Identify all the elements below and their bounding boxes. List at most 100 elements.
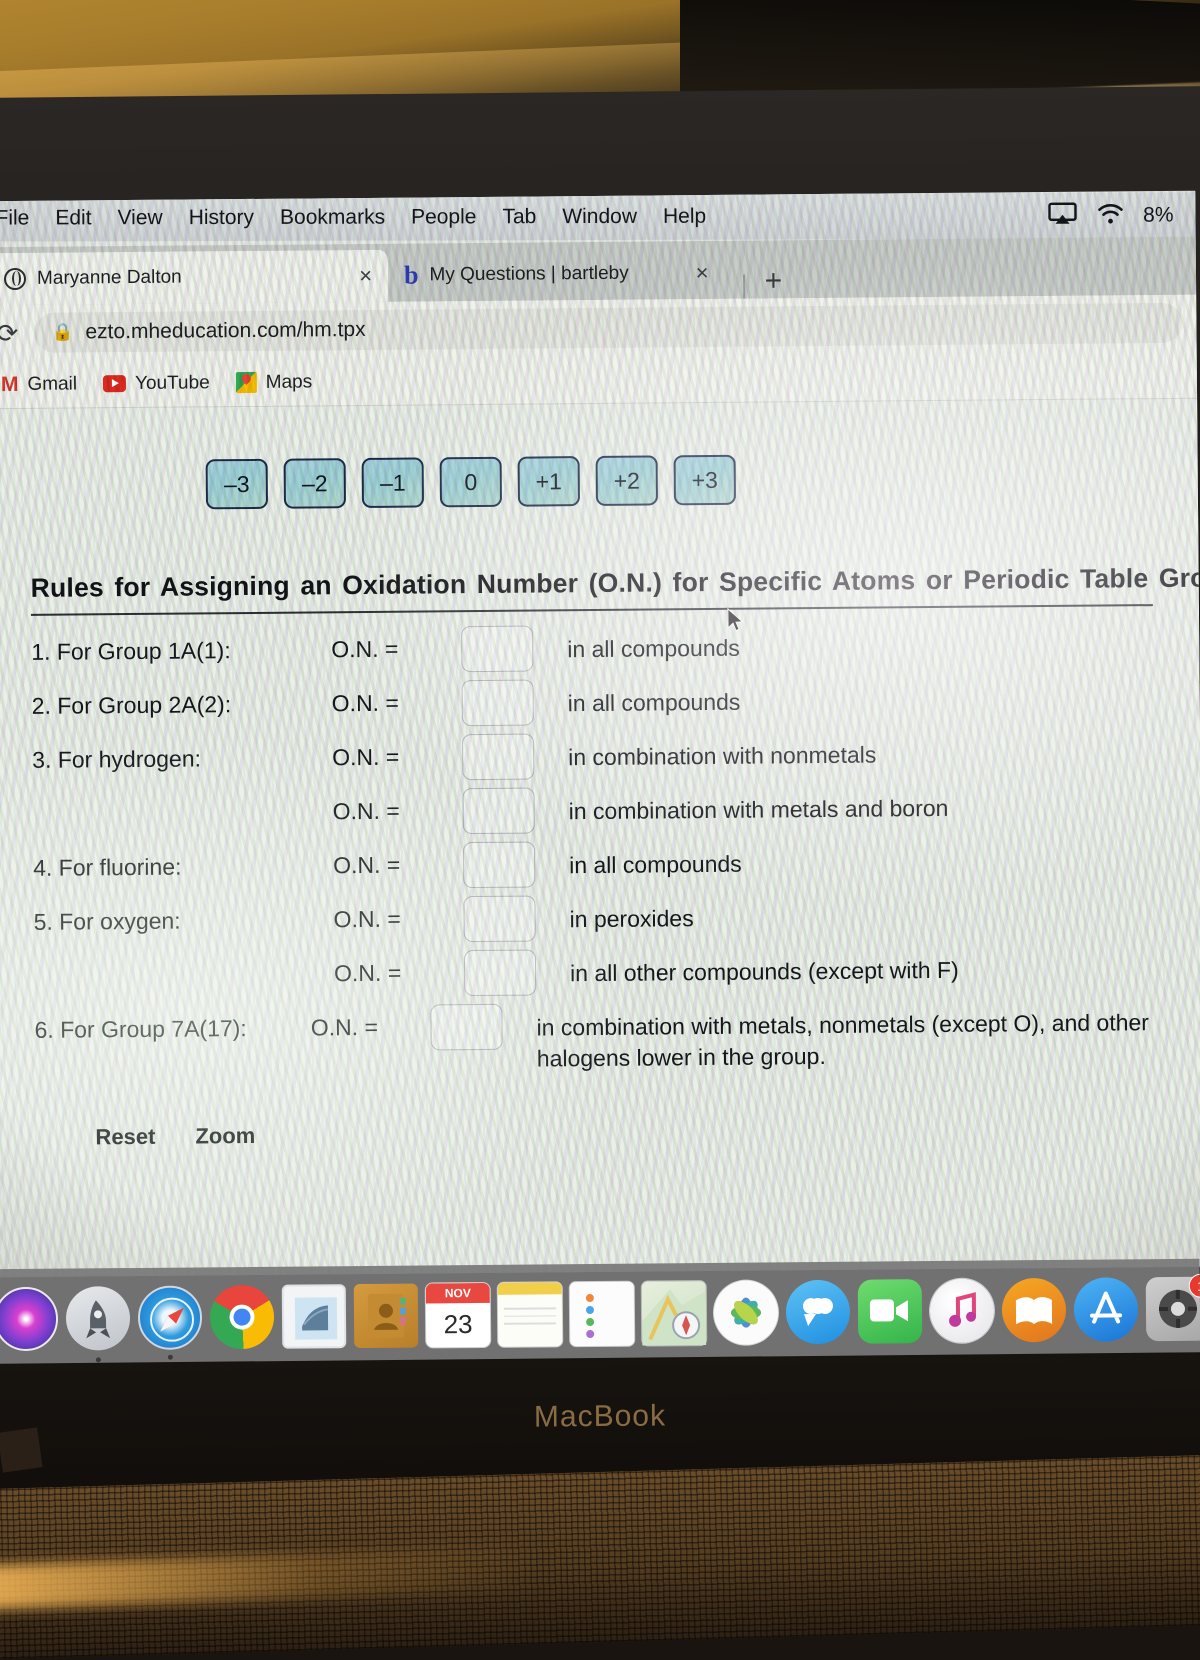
rule-label bbox=[32, 789, 332, 801]
answer-drop-box-7[interactable] bbox=[463, 949, 537, 997]
zoom-button[interactable]: Zoom bbox=[195, 1123, 255, 1150]
menubar-spacer bbox=[732, 216, 1047, 217]
notes-icon[interactable] bbox=[497, 1282, 563, 1347]
table-row: 5. For oxygen: O.N. = in peroxides bbox=[33, 890, 1155, 954]
new-tab-button[interactable]: + bbox=[764, 264, 782, 298]
on-label: O.N. = bbox=[333, 905, 401, 933]
menubar-status-area: 8% bbox=[1047, 201, 1181, 230]
answer-drop-box-4[interactable] bbox=[462, 787, 535, 835]
url-text: ezto.mheducation.com/hm.tpx bbox=[85, 317, 366, 344]
answer-drop-box-1[interactable] bbox=[461, 625, 534, 673]
tab-divider bbox=[742, 274, 745, 299]
itunes-icon[interactable] bbox=[929, 1278, 995, 1344]
calendar-month: NOV bbox=[425, 1282, 490, 1304]
maps-icon[interactable] bbox=[641, 1281, 707, 1346]
bookmark-gmail[interactable]: M Gmail bbox=[1, 372, 77, 397]
bookmark-youtube[interactable]: YouTube bbox=[102, 372, 210, 395]
menu-help[interactable]: Help bbox=[663, 205, 706, 229]
reset-button[interactable]: Reset bbox=[95, 1123, 155, 1150]
answer-drop-box-2[interactable] bbox=[461, 679, 534, 727]
bookmark-maps[interactable]: Maps bbox=[235, 370, 313, 394]
rule-label: 4. For fluorine: bbox=[33, 853, 182, 881]
rule-label: 1. For Group 1A(1): bbox=[31, 637, 231, 665]
menu-tab[interactable]: Tab bbox=[502, 205, 536, 229]
menu-people[interactable]: People bbox=[411, 205, 476, 229]
safari-icon[interactable] bbox=[137, 1285, 203, 1360]
rule-label: 3. For hydrogen: bbox=[32, 745, 202, 773]
books-icon[interactable] bbox=[1001, 1277, 1067, 1343]
rule-description: in all compounds bbox=[569, 850, 742, 879]
app-store-icon[interactable] bbox=[1073, 1277, 1139, 1342]
address-bar[interactable]: 🔒 ezto.mheducation.com/hm.tpx bbox=[34, 302, 1183, 353]
on-label: O.N. = bbox=[331, 689, 399, 717]
rule-description: in peroxides bbox=[569, 905, 694, 933]
running-indicator bbox=[95, 1357, 101, 1363]
rule-label: 6. For Group 7A(17): bbox=[34, 1015, 247, 1043]
tab-close-icon[interactable]: × bbox=[674, 260, 709, 286]
chip-minus-1[interactable]: –1 bbox=[361, 457, 425, 509]
chip-zero[interactable]: 0 bbox=[439, 456, 503, 508]
battery-percentage: 8% bbox=[1143, 203, 1174, 227]
on-label: O.N. = bbox=[333, 851, 401, 879]
on-label: O.N. = bbox=[310, 1013, 379, 1041]
chrome-icon[interactable] bbox=[209, 1284, 275, 1350]
contacts-icon[interactable] bbox=[353, 1283, 419, 1349]
system-preferences-icon[interactable]: 1 bbox=[1145, 1273, 1200, 1342]
rule-description: in all compounds bbox=[567, 688, 741, 717]
wifi-icon[interactable] bbox=[1095, 201, 1125, 230]
menu-history[interactable]: History bbox=[189, 206, 254, 230]
title-divider bbox=[30, 604, 1153, 616]
oxidation-number-chip-tray: –3 –2 –1 0 +1 +2 +3 bbox=[11, 399, 1170, 511]
macos-dock: NOV 23 1 bbox=[0, 1258, 1200, 1370]
chip-minus-3[interactable]: –3 bbox=[205, 458, 269, 510]
reminders-icon[interactable] bbox=[569, 1281, 635, 1347]
chip-plus-1[interactable]: +1 bbox=[517, 456, 581, 507]
answer-drop-box-3[interactable] bbox=[461, 733, 535, 781]
table-row: 4. For fluorine: O.N. = in all compounds bbox=[33, 836, 1155, 900]
rule-description: in combination with metals and boron bbox=[568, 794, 949, 825]
rule-description: in combination with metals, nonmetals (e… bbox=[536, 1009, 1150, 1072]
facetime-icon[interactable] bbox=[857, 1279, 923, 1344]
tab-title: Maryanne Dalton bbox=[36, 266, 182, 289]
rule-description: in all compounds bbox=[567, 634, 740, 663]
calendar-icon[interactable]: NOV 23 bbox=[425, 1282, 491, 1348]
reload-icon[interactable]: ⟳ bbox=[0, 318, 18, 349]
rules-table: 1. For Group 1A(1): O.N. = in all compou… bbox=[13, 607, 1175, 1079]
mail-icon[interactable] bbox=[281, 1284, 347, 1349]
menu-window[interactable]: Window bbox=[562, 205, 637, 229]
gmail-icon: M bbox=[0, 372, 19, 396]
airplay-icon[interactable] bbox=[1047, 201, 1077, 230]
bookmark-label: Gmail bbox=[27, 372, 78, 395]
launchpad-icon[interactable] bbox=[65, 1286, 131, 1363]
rule-label bbox=[34, 951, 334, 963]
on-label: O.N. = bbox=[333, 959, 402, 987]
messages-icon[interactable] bbox=[785, 1279, 851, 1345]
on-label: O.N. = bbox=[331, 635, 399, 663]
globe-icon bbox=[3, 267, 27, 291]
menu-bookmarks[interactable]: Bookmarks bbox=[280, 206, 385, 230]
chip-plus-3[interactable]: +3 bbox=[673, 454, 737, 506]
photos-icon[interactable] bbox=[713, 1280, 779, 1345]
answer-drop-box-6[interactable] bbox=[463, 895, 536, 943]
chip-plus-2[interactable]: +2 bbox=[595, 455, 659, 506]
tab-close-icon[interactable]: × bbox=[337, 263, 372, 289]
running-indicator bbox=[167, 1354, 173, 1360]
menu-edit[interactable]: Edit bbox=[55, 206, 91, 230]
exercise-actions: Reset Zoom bbox=[95, 1115, 1175, 1150]
table-row: 2. For Group 2A(2): O.N. = in all compou… bbox=[32, 674, 1154, 738]
bookmark-label: Maps bbox=[265, 370, 313, 393]
answer-drop-box-8[interactable] bbox=[430, 1003, 503, 1051]
browser-tab-maryanne-dalton[interactable]: Maryanne Dalton × bbox=[0, 249, 389, 306]
lock-icon: 🔒 bbox=[52, 322, 74, 342]
tab-title: My Questions | bartleby bbox=[429, 262, 629, 286]
siri-icon[interactable] bbox=[0, 1286, 59, 1352]
answer-drop-box-5[interactable] bbox=[462, 841, 536, 889]
laptop-hinge bbox=[0, 1427, 43, 1473]
menu-view[interactable]: View bbox=[118, 206, 163, 230]
chip-minus-2[interactable]: –2 bbox=[283, 458, 347, 509]
browser-tab-strip: Maryanne Dalton × b My Questions | bartl… bbox=[0, 236, 1197, 306]
browser-tab-bartleby[interactable]: b My Questions | bartleby × bbox=[388, 247, 725, 302]
table-row: 3. For hydrogen: O.N. = in combination w… bbox=[32, 728, 1154, 792]
table-row: O.N. = in all other compounds (except wi… bbox=[34, 944, 1156, 1008]
menu-file[interactable]: File bbox=[0, 206, 29, 230]
